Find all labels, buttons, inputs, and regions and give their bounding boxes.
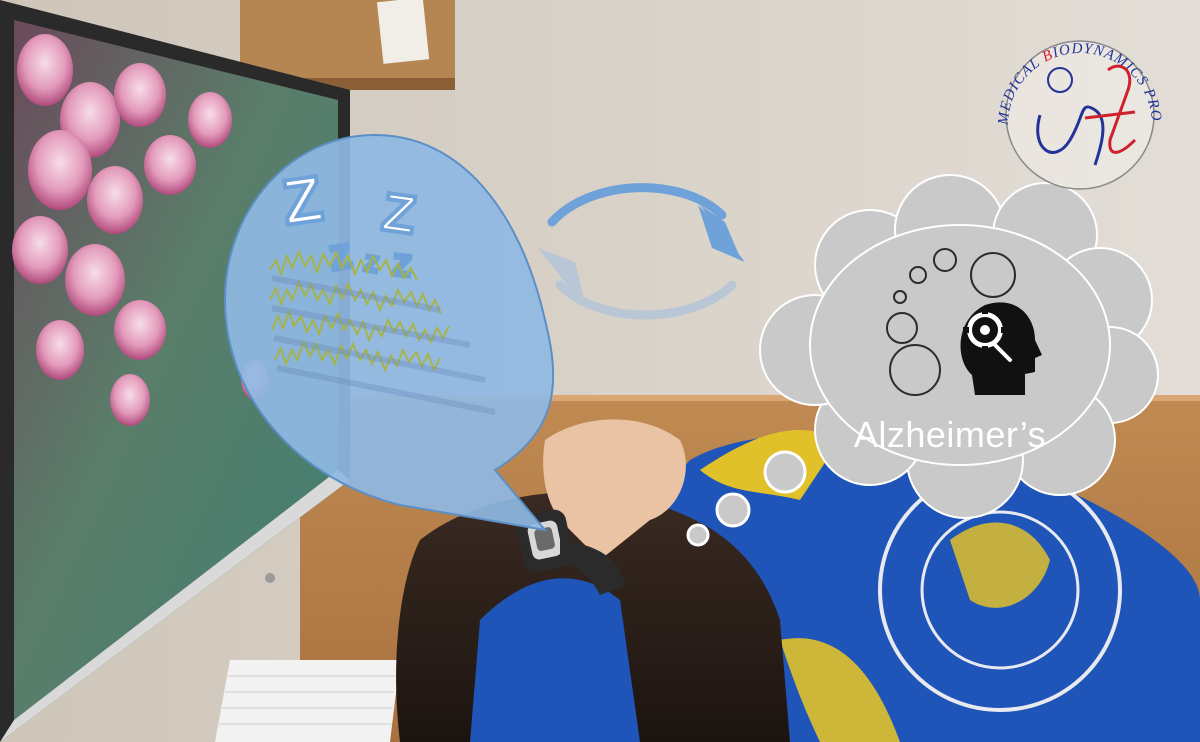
logo-text-m: M	[996, 110, 1013, 126]
logo-text-iodynamics: IODYNAMICS PROGRAM	[0, 0, 1164, 123]
svg-text:MEDICAL BIODYNAMICS PROGRAM: MEDICAL BIODYNAMICS PROGRAM	[0, 0, 1164, 126]
photo-scene: Z Z Z Z Z Alzheimer’s MEDICAL BIODYNAMIC…	[0, 0, 1200, 742]
medical-biodynamics-logo: MEDICAL BIODYNAMICS PROGRAM	[0, 0, 1164, 190]
